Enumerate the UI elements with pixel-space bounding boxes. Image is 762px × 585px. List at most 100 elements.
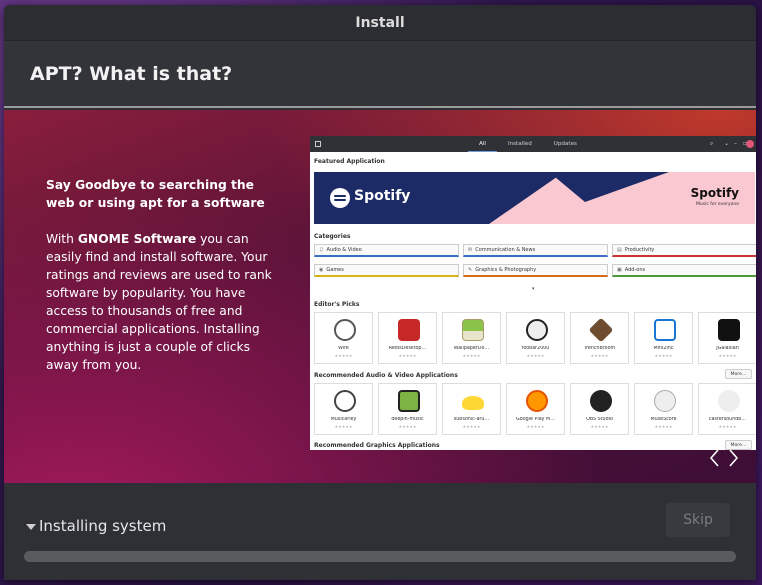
previous-slide-button[interactable] [708,448,722,468]
app-icon [654,390,676,412]
featured-label: Featured Application [314,158,385,165]
app-name: Musicarley [330,417,357,422]
banner-title-left: Spotify [354,188,411,204]
app-tile: TrenchBroom ★★★★★ [570,312,629,364]
app-icon [334,390,356,412]
app-icon [334,319,356,341]
gnome-software-screenshot: All Installed Updates ⌕ ⌄ – ▫ Featured A… [310,136,756,450]
slide-title: APT? What is that? [30,62,233,85]
category-tile: ♫ Audio & Video [314,244,459,257]
app-rating: ★★★★★ [718,353,737,358]
app-tile: MuseScore ★★★★★ [634,383,693,435]
app-tile: OBS Studio ★★★★★ [570,383,629,435]
banner-bg [314,172,564,224]
app-rating: ★★★★★ [398,353,417,358]
gs-tab-all: All [468,136,497,152]
banner-bg-shape [549,172,669,202]
picks-label: Editor's Picks [314,301,360,308]
app-name: OBS Studio [586,417,613,422]
next-slide-button[interactable] [726,448,740,468]
app-rating: ★★★★★ [398,424,417,429]
category-label: Add-ons [624,267,646,273]
gs-tab-updates: Updates [553,141,577,147]
expand-arrow-icon: ▾ [532,286,535,292]
app-icon [462,396,484,410]
app-tile: deepin-music ★★★★★ [378,383,437,435]
graphics-label: Recommended Graphics Applications [314,442,440,449]
category-tile: ◉ Games [314,264,459,277]
categories-label: Categories [314,233,351,240]
category-label: Games [326,267,344,273]
app-tile: JGalaxian ★★★★★ [698,312,756,364]
app-icon [462,319,484,341]
app-name: subsonic-aru… [453,417,490,422]
app-icon [398,319,420,341]
gs-tab-installed: Installed [507,141,532,147]
slide-body-prefix: With [46,232,78,246]
slide-body-bold: GNOME Software [77,232,197,246]
app-name: castersoundb… [708,417,747,422]
app-rating: ★★★★★ [718,424,737,429]
app-tile: Musicarley ★★★★★ [314,383,373,435]
app-name: deepin-music [391,417,424,422]
app-icon [718,319,740,341]
category-label: Audio & Video [326,247,362,253]
window-title: Install [355,14,405,31]
app-name: TrenchBroom [583,346,616,351]
music-icon: ♫ [319,247,324,253]
featured-banner: Spotify Spotify Music for everyone [314,172,755,224]
app-rating: ★★★★★ [590,353,609,358]
search-icon: ⌕ [710,140,714,147]
app-tile: castersoundb… ★★★★★ [698,383,756,435]
slide-body-suffix: you can easily find and install software… [46,232,272,372]
audio-label: Recommended Audio & Video Applications [314,372,458,379]
chevron-left-icon [709,449,719,467]
title-bar: Install [4,5,756,41]
app-name: MuseScore [650,417,677,422]
app-rating: ★★★★★ [654,424,673,429]
category-tile: ▣ Add-ons [612,264,756,277]
slide-header: APT? What is that? [4,41,756,108]
expander-triangle-icon [26,524,36,530]
app-name: Mini2Inc [653,346,674,351]
gs-header-bar: All Installed Updates ⌕ ⌄ – ▫ [310,136,756,152]
banner-subtitle: Music for everyone [696,202,739,207]
banner-title-right: Spotify [690,186,739,200]
app-name: JGalaxian [716,346,739,351]
spotify-logo-icon [330,188,350,208]
slide-heading: Say Goodbye to searching the web or usin… [46,178,265,210]
app-rating: ★★★★★ [590,424,609,429]
app-icon [588,317,614,343]
app-name: foobar2000 [521,346,550,351]
gs-tabs: All Installed Updates [468,136,588,152]
footer: Installing system Skip [4,483,756,580]
close-icon [746,140,754,148]
document-icon: ▤ [617,247,622,253]
app-tile: RedisDesktop… ★★★★★ [378,312,437,364]
category-label: Productivity [624,247,655,253]
skip-button[interactable]: Skip [666,503,730,537]
app-rating: ★★★★★ [334,424,353,429]
app-name: WallpaperDo… [453,346,490,351]
install-status: Installing system [39,517,167,535]
app-rating: ★★★★★ [526,424,545,429]
app-rating: ★★★★★ [462,353,481,358]
app-rating: ★★★★★ [334,353,353,358]
app-icon [718,390,740,412]
more-button: More… [725,369,752,379]
app-tile: Mini2Inc ★★★★★ [634,312,693,364]
app-tile: WallpaperDo… ★★★★★ [442,312,501,364]
gamepad-icon: ◉ [319,267,324,273]
category-tile: ▤ Productivity [612,244,756,257]
slide-text: Say Goodbye to searching the web or usin… [46,176,286,374]
app-name: Google Play M… [516,417,555,422]
app-tile: subsonic-aru… ★★★★★ [442,383,501,435]
progress-bar [24,551,736,562]
app-tile: foobar2000 ★★★★★ [506,312,565,364]
app-icon [526,319,548,341]
menu-icon [315,141,321,147]
install-details-toggle[interactable]: Installing system [26,517,166,535]
slide-body: With GNOME Software you can easily find … [46,230,286,374]
installer-window: Install APT? What is that? Say Goodbye t… [4,5,756,580]
chevron-down-icon: ⌄ [724,140,730,147]
